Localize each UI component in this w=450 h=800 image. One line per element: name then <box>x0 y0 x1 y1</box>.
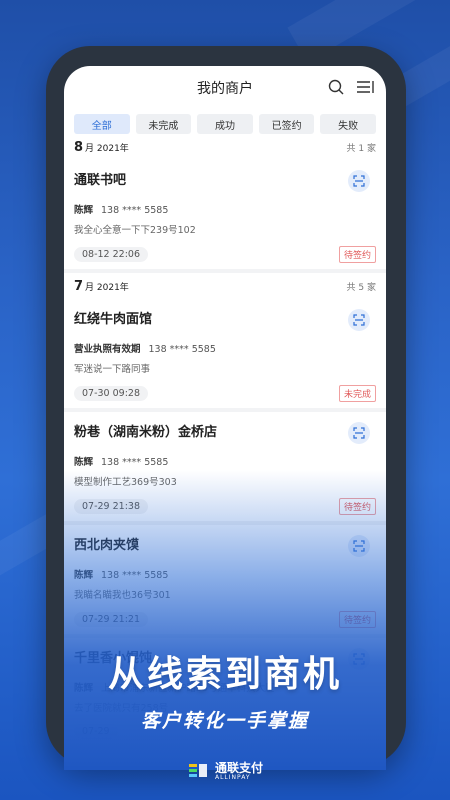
filter-all[interactable]: 全部 <box>74 114 130 134</box>
status-badge: 待签约 <box>338 498 376 515</box>
merchant-card[interactable]: 红绕牛肉面馆 营业执照有效期 138 **** 5585 军迷说一下路同事 07-… <box>64 299 386 412</box>
merchant-address: 模型制作工艺369号303 <box>74 477 177 488</box>
group-count: 共 5 家 <box>346 283 376 293</box>
merchant-name: 通联书吧 <box>74 173 127 188</box>
merchant-card[interactable]: 西北肉夹馍 陈辉 138 **** 5585 我瞄名瞄我也36号301 07-29… <box>64 525 386 638</box>
merchant-card[interactable]: 粉巷（湖南米粉）金桥店 陈辉 138 **** 5585 模型制作工艺369号30… <box>64 412 386 525</box>
merchant-footer: 07-29 21:38 待签约 <box>74 498 376 515</box>
top-bar: 我的商户 <box>64 66 386 110</box>
merchant-address: 我瞄名瞄我也36号301 <box>74 590 171 601</box>
status-badge: 待签约 <box>338 611 376 628</box>
page-title: 我的商户 <box>197 81 253 97</box>
logo-icon <box>188 764 207 777</box>
merchant-time: 07-29 21:38 <box>74 499 149 514</box>
merchant-contact: 陈辉 138 **** 5585 <box>74 457 169 468</box>
group-month: 8月 2021年 <box>74 140 129 155</box>
status-badge: 待签约 <box>338 246 376 263</box>
merchant-card[interactable]: 通联书吧 陈辉 138 **** 5585 我全心全意一下下239号102 08-… <box>64 160 386 273</box>
merchant-name: 粉巷（湖南米粉）金桥店 <box>74 425 218 440</box>
group-header-jul: 7月 2021年 共 5 家 <box>64 279 386 299</box>
filter-incomplete[interactable]: 未完成 <box>135 114 192 134</box>
merchant-footer: 08-12 22:06 待签约 <box>74 246 376 263</box>
merchant-address: 军迷说一下路同事 <box>74 364 151 375</box>
merchant-contact: 营业执照有效期 138 **** 5585 <box>74 344 216 355</box>
scan-icon[interactable] <box>348 309 370 331</box>
status-badge: 未完成 <box>338 385 376 402</box>
merchant-time: 07-29 21:21 <box>74 612 149 627</box>
filter-signed[interactable]: 已签约 <box>258 114 315 134</box>
merchant-footer: 07-29 21:21 待签约 <box>74 611 376 628</box>
scan-icon[interactable] <box>348 535 370 557</box>
filter-success[interactable]: 成功 <box>197 114 253 134</box>
brand-logo: 通联支付 ALLINPAY <box>0 760 450 782</box>
merchant-time: 07-30 09:28 <box>74 386 149 401</box>
merchant-address: 我全心全意一下下239号102 <box>74 225 196 236</box>
group-month: 7月 2021年 <box>74 279 129 294</box>
promo-subline: 客户转化一手掌握 <box>140 710 309 732</box>
scan-icon[interactable] <box>348 422 370 444</box>
filter-bar: 全部 未完成 成功 已签约 失败 <box>64 110 386 134</box>
merchant-contact: 陈辉 138 **** 5585 <box>74 570 169 581</box>
menu-icon[interactable] <box>356 79 374 95</box>
scan-icon[interactable] <box>348 170 370 192</box>
group-header-aug: 8月 2021年 共 1 家 <box>64 140 386 160</box>
promo-headline: 从线索到商机 <box>107 654 342 695</box>
brand-sub: ALLINPAY <box>214 773 251 781</box>
merchant-name: 西北肉夹馍 <box>74 538 140 553</box>
merchant-footer: 07-30 09:28 未完成 <box>74 385 376 402</box>
filter-failed[interactable]: 失败 <box>320 114 376 134</box>
brand-name: 通联支付 <box>214 760 263 775</box>
merchant-name: 红绕牛肉面馆 <box>74 312 153 327</box>
merchant-contact: 陈辉 138 **** 5585 <box>74 205 169 216</box>
merchant-time: 08-12 22:06 <box>74 247 149 262</box>
search-icon[interactable] <box>328 79 344 95</box>
group-count: 共 1 家 <box>346 144 376 154</box>
brand-text-block: 通联支付 ALLINPAY <box>215 762 263 781</box>
